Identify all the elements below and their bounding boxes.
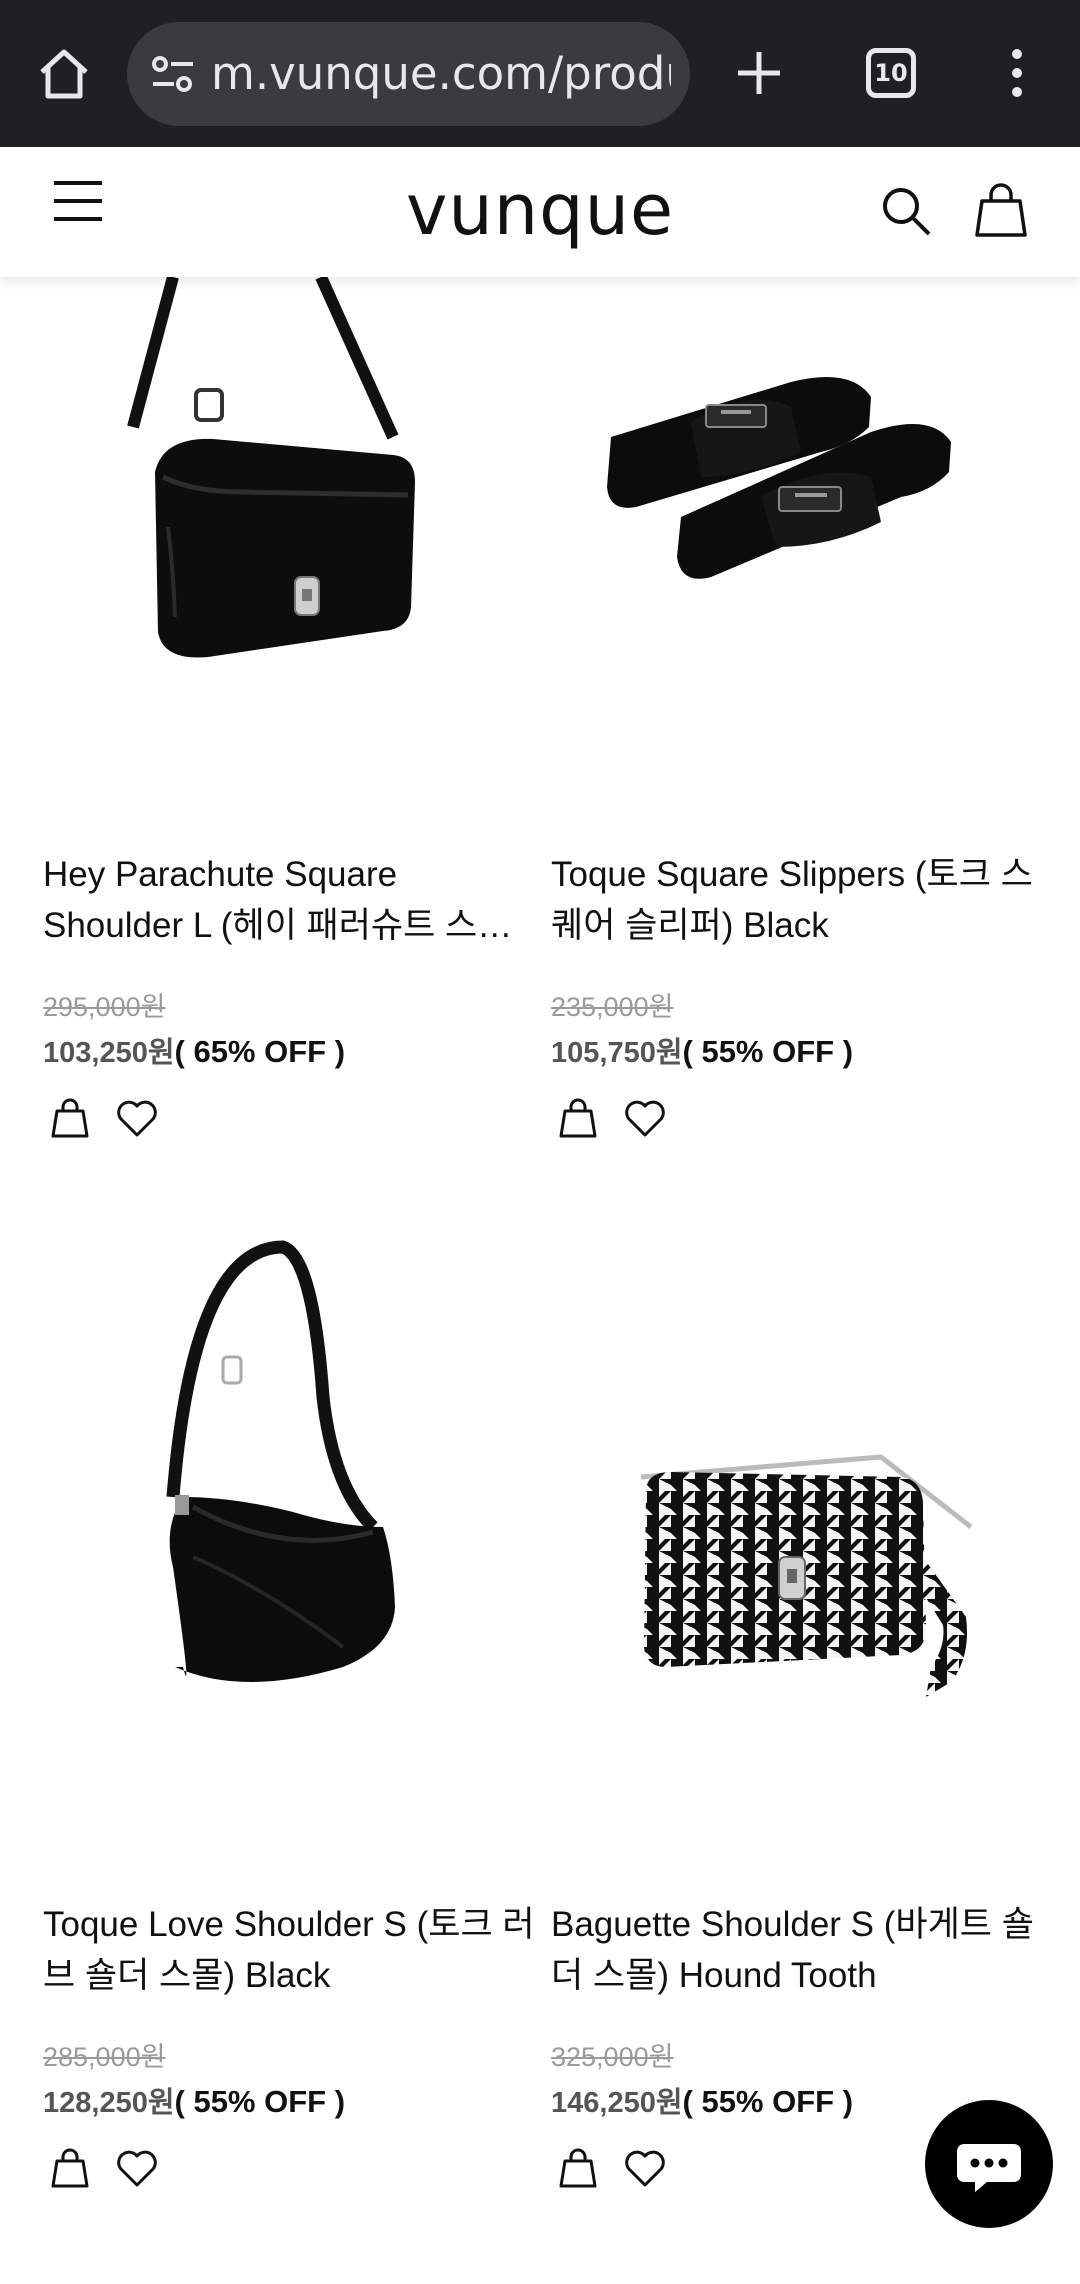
plus-icon[interactable]: [730, 44, 788, 102]
more-vert-icon[interactable]: [1002, 46, 1032, 100]
original-price: 235,000원: [551, 992, 674, 1022]
site-settings-icon[interactable]: [149, 52, 197, 96]
price-row: 105,750원( 55% OFF ): [551, 1029, 853, 1071]
sale-price: 105,750원: [551, 1037, 683, 1069]
discount-label: ( 55% OFF ): [174, 2084, 346, 2119]
product-name[interactable]: Baguette Shoulder S (바게트 숄더 스몰) Hound To…: [551, 1899, 1051, 2001]
original-price: 325,000원: [551, 2042, 674, 2072]
product-name[interactable]: Toque Square Slippers (토크 스퀘어 슬리퍼) Black: [551, 849, 1051, 951]
sale-price: 103,250원: [43, 1037, 175, 1069]
chat-button[interactable]: [925, 2100, 1053, 2228]
product-card[interactable]: Hey Parachute Square Shoulder L (헤이 패러슈트…: [43, 277, 543, 1138]
product-image[interactable]: [551, 277, 1051, 837]
original-price: 295,000원: [43, 992, 166, 1022]
product-image[interactable]: [551, 1227, 1051, 1887]
product-card[interactable]: Toque Love Shoulder S (토크 러브 숄더 스몰) Blac…: [43, 1227, 543, 2188]
shopping-bag-icon[interactable]: [972, 183, 1030, 239]
product-card[interactable]: Toque Square Slippers (토크 스퀘어 슬리퍼) Black…: [551, 277, 1051, 1138]
search-icon[interactable]: [880, 185, 932, 237]
heart-icon[interactable]: [115, 1097, 159, 1139]
address-bar[interactable]: m.vunque.com/produ: [127, 22, 690, 126]
shopping-bag-icon[interactable]: [49, 2147, 91, 2189]
url-text[interactable]: m.vunque.com/produ: [211, 48, 671, 100]
heart-icon[interactable]: [623, 1097, 667, 1139]
discount-label: ( 65% OFF ): [174, 1034, 346, 1069]
heart-icon[interactable]: [623, 2147, 667, 2189]
home-icon[interactable]: [34, 44, 94, 104]
price-row: 128,250원( 55% OFF ): [43, 2079, 345, 2121]
sale-price: 146,250원: [551, 2087, 683, 2119]
shopping-bag-icon[interactable]: [557, 2147, 599, 2189]
shopping-bag-icon[interactable]: [49, 1097, 91, 1139]
price-row: 103,250원( 65% OFF ): [43, 1029, 345, 1071]
chat-bubble-icon: [957, 2144, 1021, 2192]
product-actions: [551, 2143, 691, 2193]
product-name[interactable]: Toque Love Shoulder S (토크 러브 숄더 스몰) Blac…: [43, 1899, 543, 2001]
tab-switcher-button[interactable]: 10: [866, 48, 916, 98]
product-actions: [43, 2143, 183, 2193]
site-header: vunque: [0, 147, 1080, 277]
product-actions: [551, 1093, 691, 1143]
product-name[interactable]: Hey Parachute Square Shoulder L (헤이 패러슈트…: [43, 849, 543, 951]
sale-price: 128,250원: [43, 2087, 175, 2119]
heart-icon[interactable]: [115, 2147, 159, 2189]
price-row: 146,250원( 55% OFF ): [551, 2079, 853, 2121]
browser-toolbar: m.vunque.com/produ 10: [0, 0, 1080, 147]
product-image[interactable]: [43, 1227, 543, 1887]
product-image[interactable]: [43, 277, 543, 837]
discount-label: ( 55% OFF ): [682, 2084, 854, 2119]
shopping-bag-icon[interactable]: [557, 1097, 599, 1139]
product-card[interactable]: Baguette Shoulder S (바게트 숄더 스몰) Hound To…: [551, 1227, 1051, 2188]
product-actions: [43, 1093, 183, 1143]
original-price: 285,000원: [43, 2042, 166, 2072]
discount-label: ( 55% OFF ): [682, 1034, 854, 1069]
